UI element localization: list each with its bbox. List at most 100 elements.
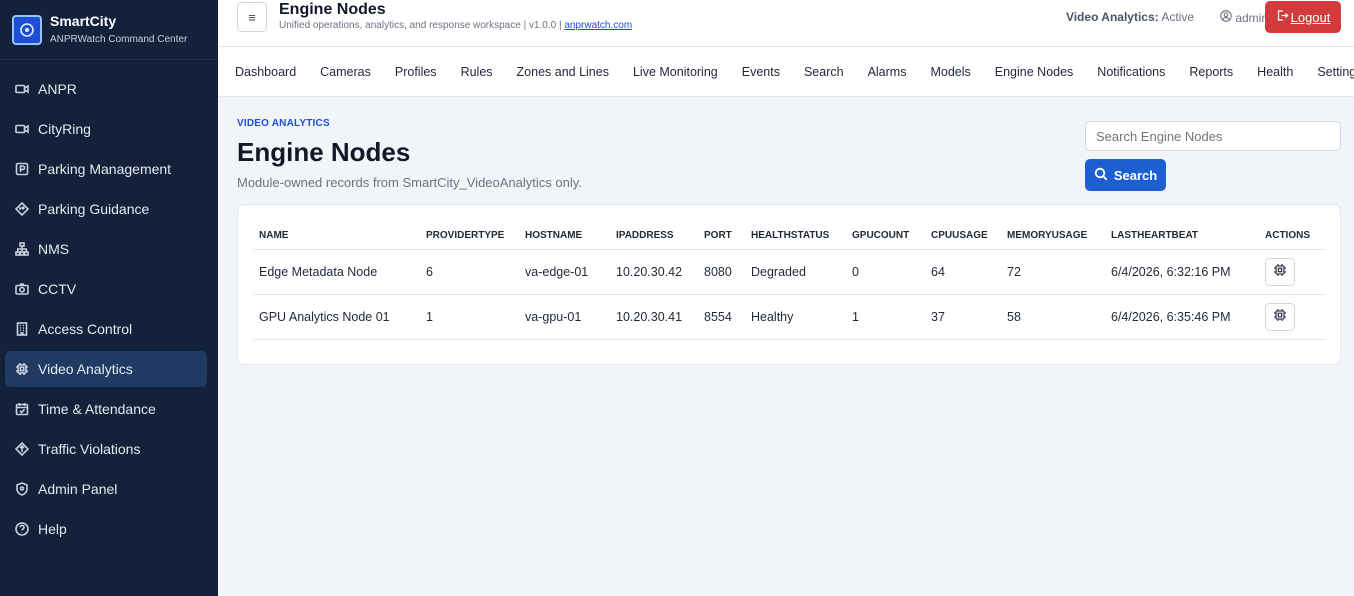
tab-dashboard[interactable]: Dashboard [235,65,296,79]
calendar-icon [15,402,29,416]
sidebar-item-parking-management[interactable]: Parking Management [5,151,207,187]
sidebar-item-access-control[interactable]: Access Control [5,311,207,347]
camera-icon [15,122,29,136]
sidebar-item-label: Video Analytics [38,361,133,377]
cell-ipaddress: 10.20.30.41 [610,294,698,340]
sidebar-item-cityring[interactable]: CityRing [5,111,207,147]
sidebar-item-cctv[interactable]: CCTV [5,271,207,307]
brand[interactable]: SmartCity ANPRWatch Command Center [0,0,218,60]
sidebar-item-label: CCTV [38,281,77,297]
diamond-icon [15,442,29,456]
chip-icon [15,362,29,376]
parking-icon [15,162,29,176]
sidebar-item-help[interactable]: Help [5,511,207,547]
module-tabs: Dashboard Cameras Profiles Rules Zones a… [218,47,1354,97]
section-eyebrow: VIDEO ANALYTICS [237,118,330,129]
cell-actions [1259,249,1326,295]
tab-notifications[interactable]: Notifications [1097,65,1165,79]
cell-providertype: 1 [420,294,519,340]
column-header[interactable]: MEMORYUSAGE [1001,222,1105,250]
column-header[interactable]: HEALTHSTATUS [745,222,846,250]
column-header[interactable]: IPADDRESS [610,222,698,250]
cell-name: Edge Metadata Node [253,249,420,295]
top-header: ≡ Engine Nodes Unified operations, analy… [218,0,1354,47]
header-link[interactable]: anprwatch.com [564,20,632,31]
tab-profiles[interactable]: Profiles [395,65,437,79]
column-header[interactable]: LASTHEARTBEAT [1105,222,1259,250]
row-settings-button[interactable] [1265,302,1295,331]
user-icon [1220,10,1235,25]
column-header[interactable]: PORT [698,222,745,250]
cell-healthstatus: Healthy [745,294,846,340]
sidebar: SmartCity ANPRWatch Command Center ANPR … [0,0,218,596]
table-row[interactable]: GPU Analytics Node 01 1 va-gpu-01 10.20.… [253,294,1326,340]
sidebar-item-time-attendance[interactable]: Time & Attendance [5,391,207,427]
cell-hostname: va-gpu-01 [519,294,610,340]
sidebar-item-label: CityRing [38,121,91,137]
sidebar-item-nms[interactable]: NMS [5,231,207,267]
page-description: Module-owned records from SmartCity_Vide… [237,175,582,190]
user-menu[interactable]: admin [1220,10,1268,25]
tab-live-monitoring[interactable]: Live Monitoring [633,65,718,79]
cell-lastheartbeat: 6/4/2026, 6:35:46 PM [1105,294,1259,340]
diamond-icon [15,202,29,216]
page-title: Engine Nodes [237,137,411,167]
column-header[interactable]: HOSTNAME [519,222,610,250]
column-header[interactable]: GPUCOUNT [846,222,925,250]
logout-button[interactable]: Logout [1265,1,1341,33]
menu-toggle-button[interactable]: ≡ [237,2,267,32]
brand-logo-icon [12,14,42,45]
cell-healthstatus: Degraded [745,249,846,295]
search-button[interactable]: Search [1085,159,1166,191]
network-icon [15,242,29,256]
cell-cpuusage: 37 [925,294,1001,340]
tab-search[interactable]: Search [804,65,844,79]
tab-models[interactable]: Models [930,65,970,79]
header-subtitle-text: Unified operations, analytics, and respo… [279,20,562,31]
sidebar-item-video-analytics[interactable]: Video Analytics [5,351,207,387]
cell-port: 8554 [698,294,745,340]
header-title: Engine Nodes [279,1,386,18]
search-icon [1094,167,1114,184]
sidebar-item-label: NMS [38,241,70,257]
user-name: admin [1235,10,1268,25]
tab-reports[interactable]: Reports [1189,65,1233,79]
tab-alarms[interactable]: Alarms [868,65,907,79]
tab-engine-nodes[interactable]: Engine Nodes [995,65,1074,79]
chip-icon [1273,308,1287,325]
row-settings-button[interactable] [1265,257,1295,286]
status-label: Video Analytics: [1065,10,1159,24]
sidebar-item-label: Admin Panel [38,481,118,497]
sidebar-item-anpr[interactable]: ANPR [5,71,207,107]
tab-cameras[interactable]: Cameras [320,65,371,79]
tab-zones-and-lines[interactable]: Zones and Lines [517,65,609,79]
brand-subtitle: ANPRWatch Command Center [50,33,188,45]
sidebar-item-label: ANPR [38,81,77,97]
sidebar-item-traffic-violations[interactable]: Traffic Violations [5,431,207,467]
table-row[interactable]: Edge Metadata Node 6 va-edge-01 10.20.30… [253,249,1326,295]
sidebar-item-admin-panel[interactable]: Admin Panel [5,471,207,507]
cell-port: 8080 [698,249,745,295]
sidebar-nav: ANPR CityRing Parking Management Parking… [0,60,218,547]
tab-health[interactable]: Health [1257,65,1293,79]
search-input[interactable] [1085,121,1341,151]
tab-settings[interactable]: Settings [1317,65,1354,79]
cell-gpucount: 0 [846,249,925,295]
cell-ipaddress: 10.20.30.42 [610,249,698,295]
column-header[interactable]: CPUUSAGE [925,222,1001,250]
sidebar-item-label: Traffic Violations [38,441,141,457]
cell-hostname: va-edge-01 [519,249,610,295]
camera-icon [15,82,29,96]
sidebar-item-label: Parking Management [38,161,172,177]
brand-title: SmartCity [50,12,117,29]
sidebar-item-parking-guidance[interactable]: Parking Guidance [5,191,207,227]
column-header[interactable]: NAME [253,222,420,250]
tab-rules[interactable]: Rules [461,65,493,79]
sidebar-item-label: Time & Attendance [38,401,156,417]
tab-events[interactable]: Events [742,65,780,79]
column-header[interactable]: PROVIDERTYPE [420,222,519,250]
cell-memoryusage: 72 [1001,249,1105,295]
camera-icon [15,282,29,296]
status-value: Active [1161,10,1194,24]
chip-icon [1273,263,1287,280]
